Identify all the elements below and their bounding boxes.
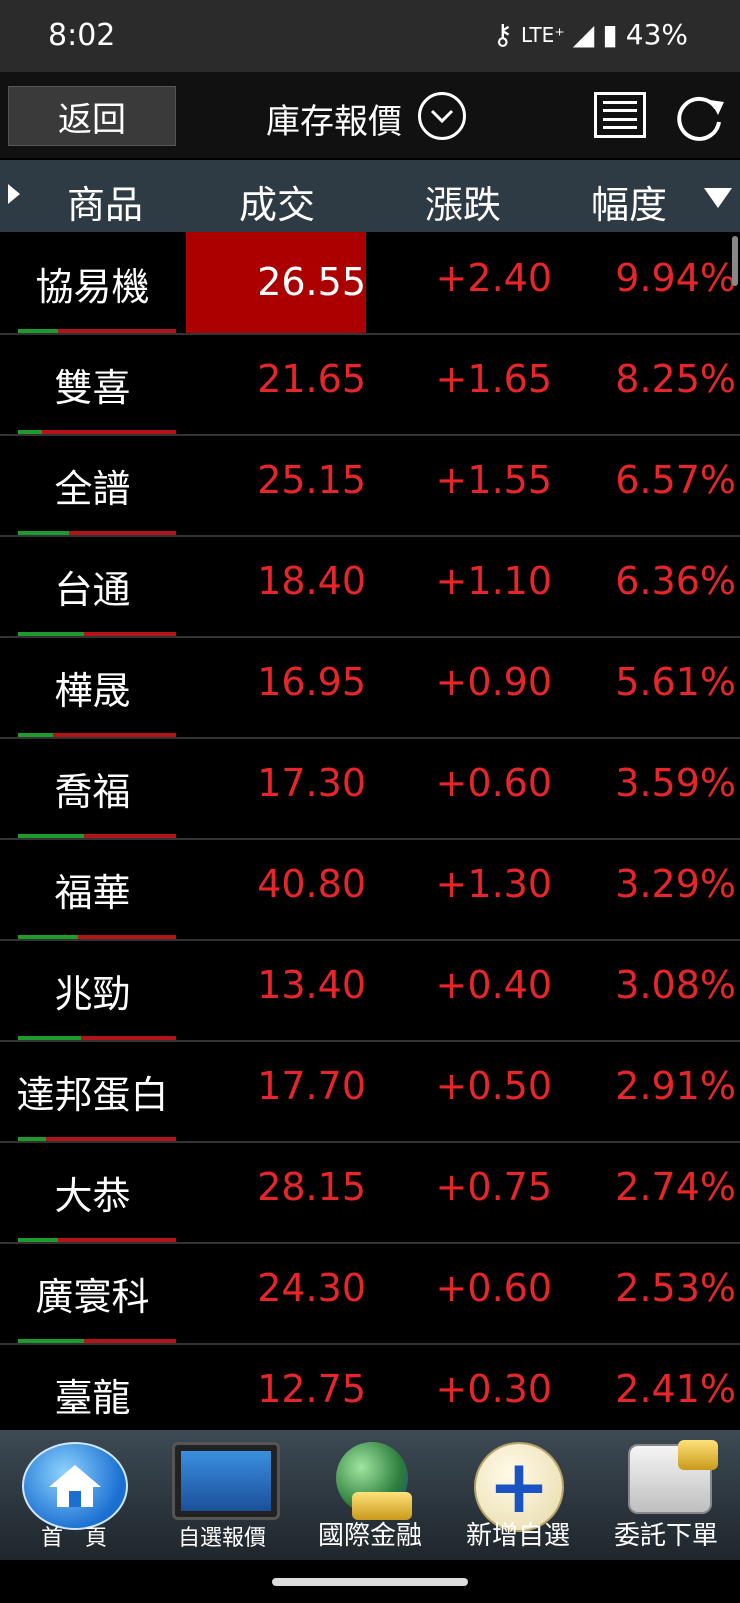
column-header: 商品 成交 漲跌 幅度 xyxy=(0,160,740,232)
stock-change: +0.60 xyxy=(435,761,552,805)
stock-change: +1.55 xyxy=(435,458,552,502)
scrollbar[interactable] xyxy=(732,236,738,286)
table-row[interactable]: 達邦蛋白 17.70 +0.50 2.91% xyxy=(0,1040,740,1143)
quote-list[interactable]: 協易機 26.55 +2.40 9.94% 雙喜 21.65 +1.65 8.25% 全譜 25.… xyxy=(0,232,740,1430)
stock-percent: 8.25% xyxy=(615,357,736,401)
nav-intl-finance[interactable]: 國際金融 xyxy=(296,1430,444,1560)
stock-price: 12.75 xyxy=(257,1367,366,1411)
status-time: 8:02 xyxy=(48,18,116,53)
stock-percent: 9.94% xyxy=(615,256,736,300)
stock-change: +1.65 xyxy=(435,357,552,401)
table-row[interactable]: 全譜 25.15 +1.55 6.57% xyxy=(0,434,740,537)
gesture-home-bar[interactable] xyxy=(272,1578,468,1586)
stock-change: +0.50 xyxy=(435,1064,552,1108)
stock-price: 16.95 xyxy=(257,660,366,704)
status-bar: 8:02 ⚷ LTE⁺ ◢ ▮ 43% xyxy=(0,0,740,72)
order-device-icon xyxy=(628,1440,718,1514)
stock-percent: 2.91% xyxy=(615,1064,736,1108)
stock-name: 兆勁 xyxy=(54,972,131,1016)
stock-change: +0.75 xyxy=(435,1165,552,1209)
stock-price: 40.80 xyxy=(257,862,366,906)
stock-price: 13.40 xyxy=(257,963,366,1007)
stock-name: 全譜 xyxy=(54,467,131,511)
status-icons: ⚷ LTE⁺ ◢ ▮ 43% xyxy=(492,18,688,51)
stock-name: 協易機 xyxy=(35,265,150,309)
stock-name: 大恭 xyxy=(54,1174,131,1218)
signal-icon: ◢ xyxy=(572,18,595,51)
stock-name: 樺晟 xyxy=(54,669,131,713)
sort-down-icon[interactable] xyxy=(704,188,732,208)
nav-watchlist-label: 自選報價 xyxy=(177,1526,266,1551)
chevron-down-icon[interactable] xyxy=(418,92,466,140)
stock-percent: 3.29% xyxy=(615,862,736,906)
stock-change: +0.90 xyxy=(435,660,552,704)
stock-percent: 2.41% xyxy=(615,1367,736,1411)
nav-add-watch[interactable]: + 新增自選 xyxy=(444,1430,592,1560)
list-icon[interactable] xyxy=(594,92,646,138)
table-row[interactable]: 台通 18.40 +1.10 6.36% xyxy=(0,535,740,638)
stock-change: +1.10 xyxy=(435,559,552,603)
stock-price: 18.40 xyxy=(257,559,366,603)
battery-icon: ▮ xyxy=(602,18,618,51)
stock-price: 21.65 xyxy=(257,357,366,401)
nav-order-label: 委託下單 xyxy=(613,1521,718,1551)
tablet-chart-icon xyxy=(172,1442,280,1520)
stock-name: 喬福 xyxy=(54,770,131,814)
table-row[interactable]: 兆勁 13.40 +0.40 3.08% xyxy=(0,939,740,1042)
stock-percent: 6.57% xyxy=(615,458,736,502)
nav-watchlist[interactable]: 自選報價 xyxy=(148,1430,296,1560)
nav-order[interactable]: 委託下單 xyxy=(592,1430,740,1560)
stock-name: 台通 xyxy=(54,568,131,612)
table-row[interactable]: 樺晟 16.95 +0.90 5.61% xyxy=(0,636,740,739)
stock-price: 28.15 xyxy=(257,1165,366,1209)
refresh-icon[interactable] xyxy=(670,88,728,146)
table-row[interactable]: 協易機 26.55 +2.40 9.94% xyxy=(0,232,740,335)
stock-price: 26.55 xyxy=(186,232,366,333)
stock-name: 廣寰科 xyxy=(35,1275,150,1319)
stock-change: +2.40 xyxy=(435,256,552,300)
stock-name: 福華 xyxy=(54,871,131,915)
stock-percent: 2.53% xyxy=(615,1266,736,1310)
nav-home-label: 首 頁 xyxy=(40,1526,107,1551)
stock-price: 17.70 xyxy=(257,1064,366,1108)
expand-left-icon[interactable] xyxy=(8,184,20,204)
stock-price: 17.30 xyxy=(257,761,366,805)
col-percent[interactable]: 幅度 xyxy=(564,174,694,229)
table-row[interactable]: 福華 40.80 +1.30 3.29% xyxy=(0,838,740,941)
stock-percent: 3.08% xyxy=(615,963,736,1007)
stock-name: 臺龍 xyxy=(54,1376,131,1420)
table-row[interactable]: 大恭 28.15 +0.75 2.74% xyxy=(0,1141,740,1244)
battery-percent: 43% xyxy=(625,18,688,51)
stock-change: +1.30 xyxy=(435,862,552,906)
vpn-key-icon: ⚷ xyxy=(492,18,513,51)
home-icon xyxy=(22,1442,128,1530)
nav-home[interactable]: 首 頁 xyxy=(0,1430,148,1560)
nav-intl-label: 國際金融 xyxy=(317,1521,422,1551)
stock-change: +0.60 xyxy=(435,1266,552,1310)
stock-change: +0.30 xyxy=(435,1367,552,1411)
stock-price: 24.30 xyxy=(257,1266,366,1310)
bottom-nav: 首 頁 自選報價 國際金融 + 新增自選 委託下單 xyxy=(0,1430,740,1560)
stock-percent: 3.59% xyxy=(615,761,736,805)
nav-add-label: 新增自選 xyxy=(465,1521,570,1551)
stock-percent: 6.36% xyxy=(615,559,736,603)
stock-name: 達邦蛋白 xyxy=(16,1073,169,1117)
table-row[interactable]: 喬福 17.30 +0.60 3.59% xyxy=(0,737,740,840)
stock-percent: 5.61% xyxy=(615,660,736,704)
stock-price: 25.15 xyxy=(257,458,366,502)
stock-change: +0.40 xyxy=(435,963,552,1007)
stock-percent: 2.74% xyxy=(615,1165,736,1209)
col-price[interactable]: 成交 xyxy=(212,174,342,229)
back-button[interactable]: 返回 xyxy=(8,86,176,146)
network-type: LTE⁺ xyxy=(520,22,565,47)
stock-name: 雙喜 xyxy=(54,366,131,410)
col-change[interactable]: 漲跌 xyxy=(398,174,528,229)
col-product[interactable]: 商品 xyxy=(40,174,170,229)
page-title[interactable]: 庫存報價 xyxy=(266,94,402,143)
table-row[interactable]: 臺龍 12.75 +0.30 2.41% xyxy=(0,1343,740,1430)
table-row[interactable]: 雙喜 21.65 +1.65 8.25% xyxy=(0,333,740,436)
table-row[interactable]: 廣寰科 24.30 +0.60 2.53% xyxy=(0,1242,740,1345)
app-header: 返回 庫存報價 xyxy=(0,72,740,158)
